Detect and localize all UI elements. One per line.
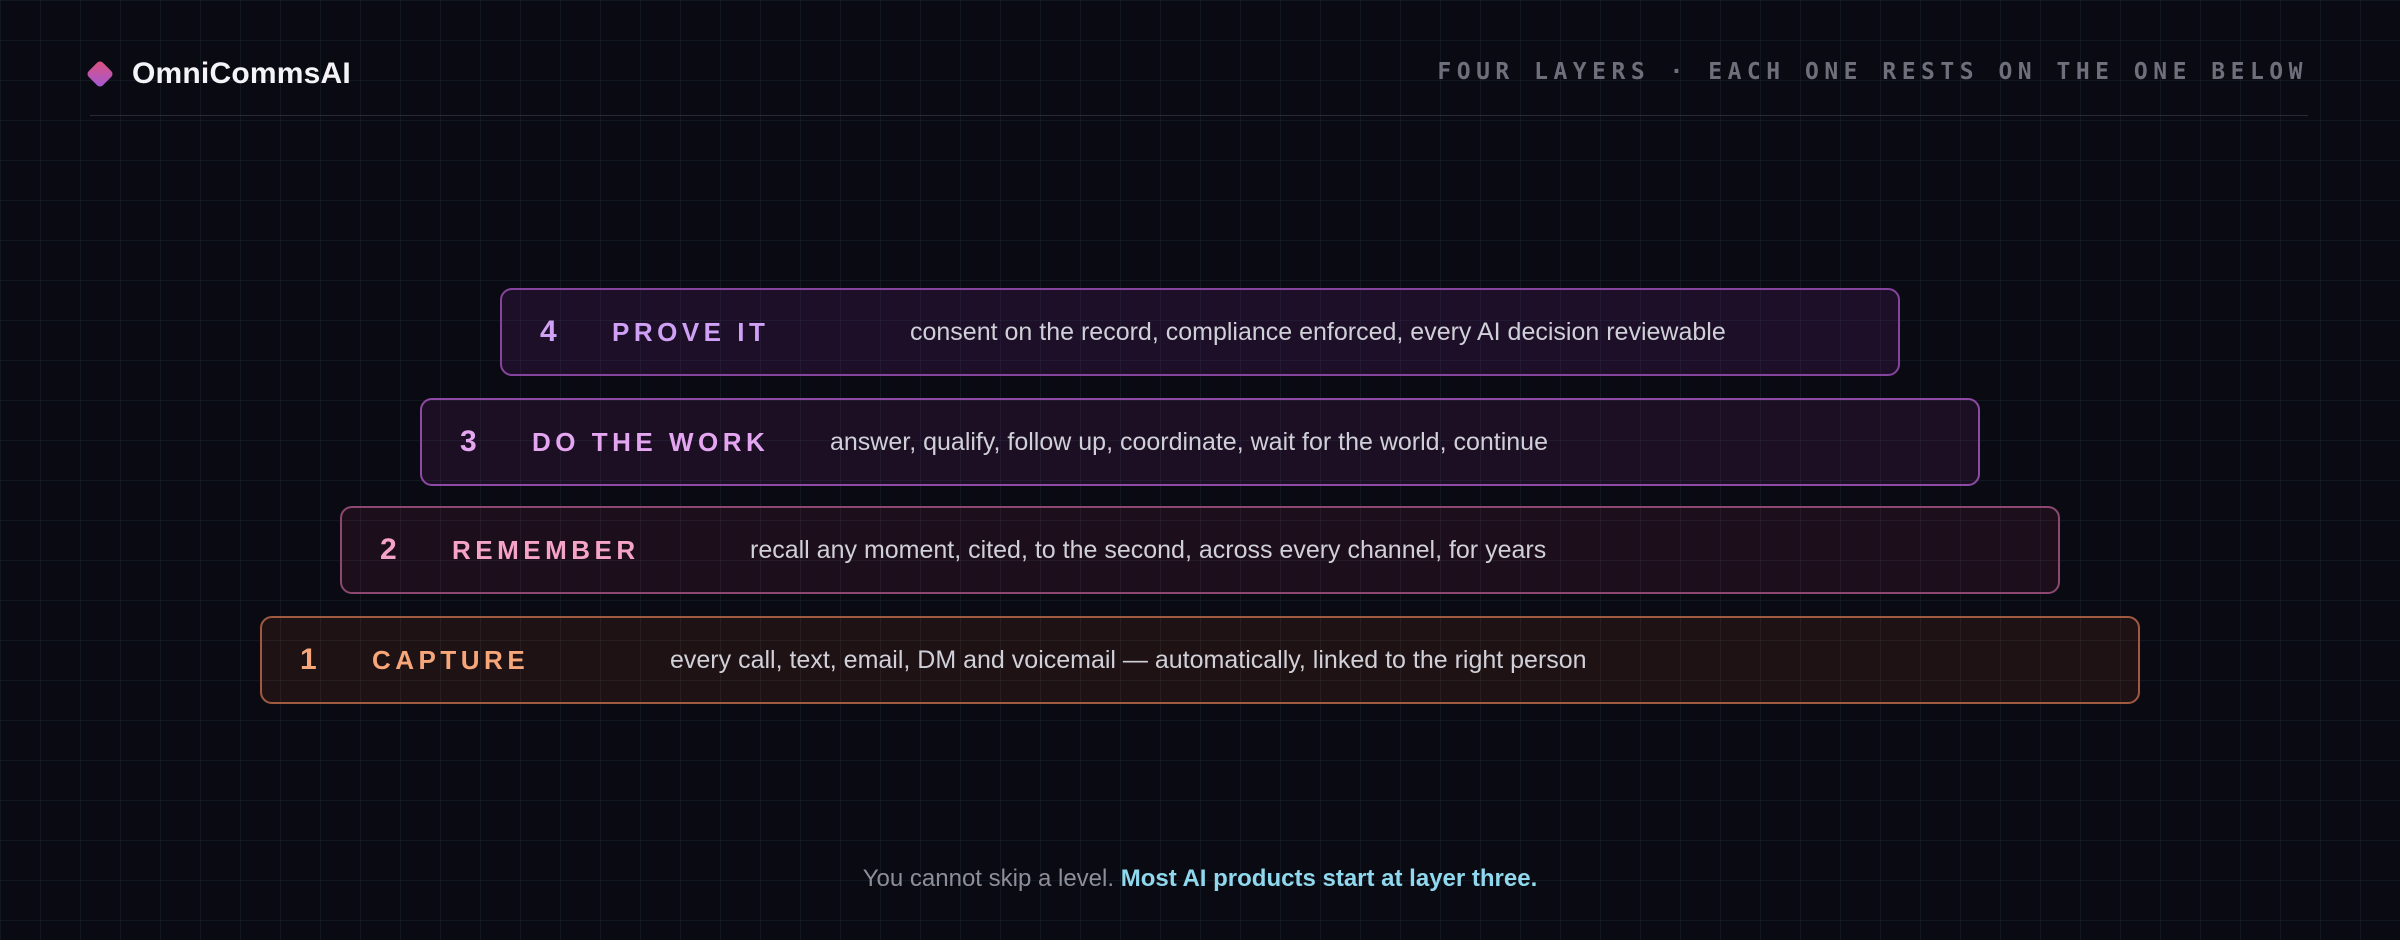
layer-number: 2	[380, 533, 397, 566]
layer-description: every call, text, email, DM and voicemai…	[670, 646, 1587, 674]
layer-description: recall any moment, cited, to the second,…	[750, 536, 1547, 564]
footer-accent-text: Most AI products start at layer three.	[1120, 865, 1538, 892]
brand[interactable]: OmniCommsAI	[85, 56, 351, 92]
layer-remember: 2 REMEMBER recall any moment, cited, to …	[340, 506, 2060, 594]
layer-prove-it: 4 PROVE IT consent on the record, compli…	[500, 288, 1900, 376]
layer-name: CAPTURE	[372, 645, 530, 675]
layer-number: 1	[300, 643, 317, 676]
layer-number: 3	[460, 425, 477, 458]
header-tagline: FOUR LAYERS · EACH ONE RESTS ON THE ONE …	[1437, 59, 2308, 85]
diamond-icon	[85, 59, 115, 89]
layer-number: 4	[540, 315, 557, 348]
brand-name: OmniCommsAI	[132, 57, 351, 90]
layer-description: answer, qualify, follow up, coordinate, …	[830, 428, 1548, 456]
layer-name: DO THE WORK	[532, 427, 770, 457]
layer-do-the-work: 3 DO THE WORK answer, qualify, follow up…	[420, 398, 1980, 486]
layer-description: consent on the record, compliance enforc…	[910, 318, 1726, 346]
header-divider	[90, 115, 2308, 116]
layer-capture: 1 CAPTURE every call, text, email, DM an…	[260, 616, 2140, 704]
layer-name: PROVE IT	[612, 317, 770, 347]
footer-note: You cannot skip a level. Most AI product…	[0, 862, 2400, 896]
layer-name: REMEMBER	[452, 535, 640, 565]
footer-muted-text: You cannot skip a level.	[862, 865, 1115, 892]
